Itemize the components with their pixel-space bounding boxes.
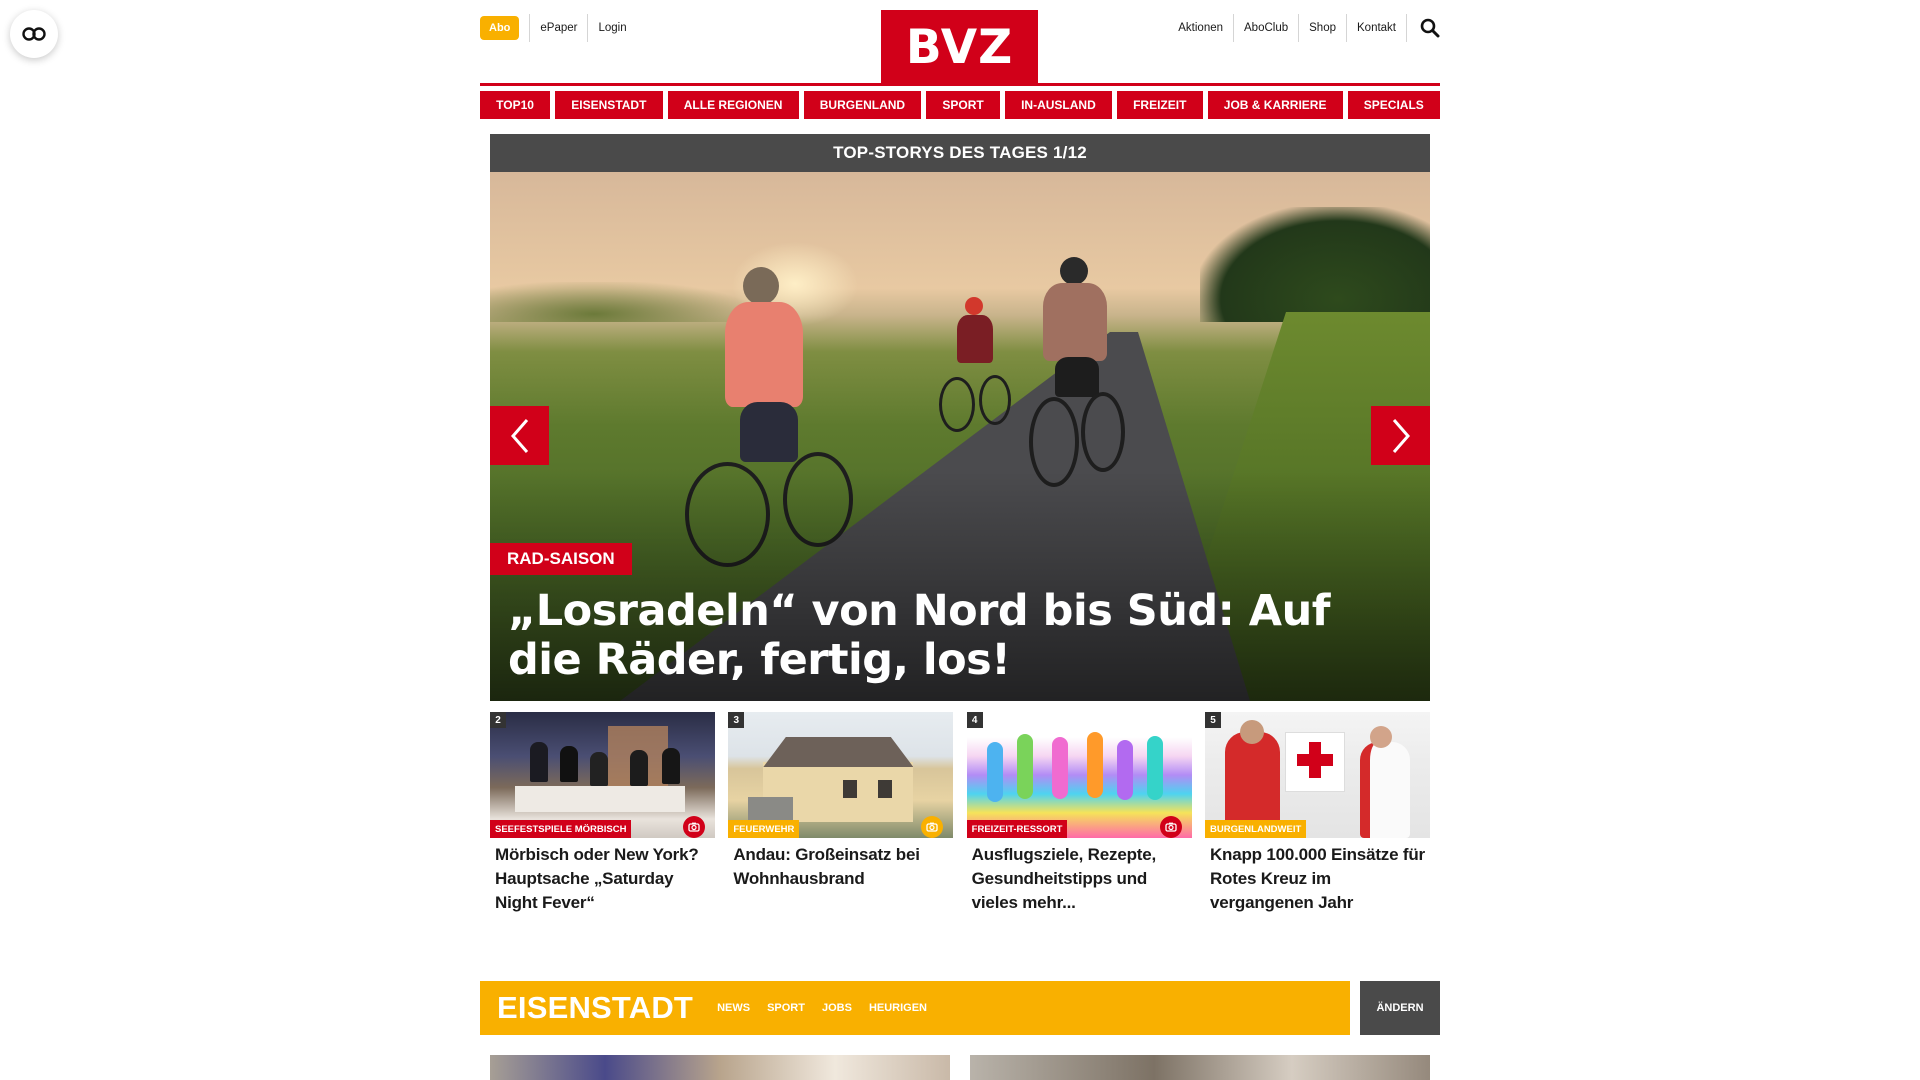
hero-image-cyclist-2: [935, 297, 1015, 437]
login-link[interactable]: Login: [587, 14, 636, 42]
teaser-category-tag[interactable]: SEEFESTSPIELE MÖRBISCH: [490, 820, 632, 838]
teaser-thumbnail[interactable]: 5 BURGENLANDWEIT: [1204, 712, 1430, 838]
gallery-badge: [1159, 816, 1182, 838]
nav-eisenstadt[interactable]: EISENSTADT: [555, 91, 663, 119]
bvz-logo[interactable]: BVZ: [881, 10, 1038, 84]
teaser-number: 2: [490, 712, 506, 728]
top-stories-heading: TOP-STORYS DES TAGES 1/12: [490, 134, 1430, 172]
teaser-headline[interactable]: Mörbisch oder New York? Hauptsache „Satu…: [490, 843, 715, 915]
story-teaser-row: 2 SEEFESTSPIELE MÖRBISCH Mörbisch oder N…: [490, 712, 1430, 915]
region-story-thumbnail[interactable]: [490, 1055, 950, 1080]
region-link-sport[interactable]: SPORT: [767, 1002, 805, 1014]
region-link-news[interactable]: NEWS: [717, 1002, 750, 1014]
top-stories-slider: TOP-STORYS DES TAGES 1/12 RAD-SAISON „Lo…: [490, 134, 1430, 701]
main-nav: TOP10 EISENSTADT ALLE REGIONEN BURGENLAN…: [480, 91, 1440, 119]
gallery-badge: [921, 816, 944, 838]
hero-headline[interactable]: „Losradeln“ von Nord bis Süd: Auf die Rä…: [508, 587, 1368, 685]
story-teaser[interactable]: 4 FREIZEIT-RESSORT Ausflugsziele, Rezept…: [966, 712, 1192, 915]
change-region-button[interactable]: ÄNDERN: [1360, 981, 1440, 1035]
teaser-category-tag[interactable]: BURGENLANDWEIT: [1204, 820, 1307, 838]
camera-icon: [1165, 822, 1177, 832]
story-teaser[interactable]: 5 BURGENLANDWEIT Knapp 100.000 Einsätze …: [1204, 712, 1430, 915]
region-header: EISENSTADT NEWS SPORT JOBS HEURIGEN: [480, 981, 1350, 1035]
nav-top10[interactable]: TOP10: [480, 91, 551, 119]
chevron-left-icon: [510, 418, 528, 453]
hero-image-cyclist-3: [1015, 257, 1135, 487]
region-story-thumbnail[interactable]: [970, 1055, 1430, 1080]
hero-kicker-badge[interactable]: RAD-SAISON: [490, 543, 632, 575]
region-link-heurigen[interactable]: HEURIGEN: [869, 1002, 927, 1014]
page-wrapper: Abo ePaper Login BVZ Aktionen AboClub Sh…: [480, 0, 1440, 1080]
camera-icon: [688, 822, 700, 832]
aktionen-link[interactable]: Aktionen: [1168, 14, 1233, 42]
teaser-headline[interactable]: Knapp 100.000 Einsätze für Rotes Kreuz i…: [1205, 843, 1430, 915]
teaser-headline[interactable]: Ausflugsziele, Rezepte, Gesundheitstipps…: [967, 843, 1192, 915]
shop-link[interactable]: Shop: [1298, 14, 1346, 42]
camera-icon: [926, 822, 938, 832]
epaper-link[interactable]: ePaper: [529, 14, 587, 42]
nav-specials[interactable]: SPECIALS: [1347, 91, 1440, 119]
kontakt-link[interactable]: Kontakt: [1346, 14, 1406, 42]
chevron-right-icon: [1392, 418, 1410, 453]
gallery-badge: [683, 816, 705, 838]
teaser-thumbnail[interactable]: 2 SEEFESTSPIELE MÖRBISCH: [490, 712, 715, 838]
teaser-number: 3: [728, 712, 745, 728]
region-story-row: [490, 1055, 1430, 1080]
region-link-jobs[interactable]: JOBS: [822, 1002, 852, 1014]
header-divider: [480, 83, 1440, 86]
teaser-headline[interactable]: Andau: Großeinsatz bei Wohnhausbrand: [728, 843, 953, 891]
search-button[interactable]: [1406, 14, 1440, 42]
aboclub-link[interactable]: AboClub: [1233, 14, 1298, 42]
hero-image-treeline: [1200, 207, 1430, 322]
teaser-category-tag[interactable]: FREIZEIT-RESSORT: [966, 820, 1068, 838]
slider-next-button[interactable]: [1371, 406, 1430, 465]
nav-sport[interactable]: SPORT: [926, 91, 1000, 119]
nav-freizeit[interactable]: FREIZEIT: [1116, 91, 1203, 119]
top-left-links: Abo ePaper Login: [480, 14, 637, 42]
teaser-thumbnail[interactable]: 4 FREIZEIT-RESSORT: [966, 712, 1192, 838]
search-icon: [1420, 18, 1440, 38]
top-bar: Abo ePaper Login BVZ Aktionen AboClub Sh…: [480, 0, 1440, 84]
accessibility-icon: [22, 27, 46, 41]
teaser-number: 5: [1204, 712, 1221, 728]
nav-job-karriere[interactable]: JOB & KARRIERE: [1207, 91, 1343, 119]
hero-story-link[interactable]: RAD-SAISON „Losradeln“ von Nord bis Süd:…: [490, 172, 1430, 701]
teaser-category-tag[interactable]: FEUERWEHR: [728, 820, 800, 838]
nav-alle-regionen[interactable]: ALLE REGIONEN: [667, 91, 799, 119]
abo-button[interactable]: Abo: [480, 16, 520, 40]
slider-prev-button[interactable]: [490, 406, 549, 465]
region-title[interactable]: EISENSTADT: [480, 990, 693, 1026]
teaser-thumbnail[interactable]: 3 FEUERWEHR: [728, 712, 954, 838]
nav-burgenland[interactable]: BURGENLAND: [803, 91, 922, 119]
accessibility-button[interactable]: [10, 10, 58, 58]
story-teaser[interactable]: 3 FEUERWEHR Andau: Großeinsatz bei Wohnh…: [728, 712, 954, 915]
story-teaser[interactable]: 2 SEEFESTSPIELE MÖRBISCH Mörbisch oder N…: [490, 712, 715, 915]
teaser-number: 4: [966, 712, 983, 728]
top-right-links: Aktionen AboClub Shop Kontakt: [1168, 14, 1440, 42]
nav-in-ausland[interactable]: IN-AUSLAND: [1004, 91, 1112, 119]
